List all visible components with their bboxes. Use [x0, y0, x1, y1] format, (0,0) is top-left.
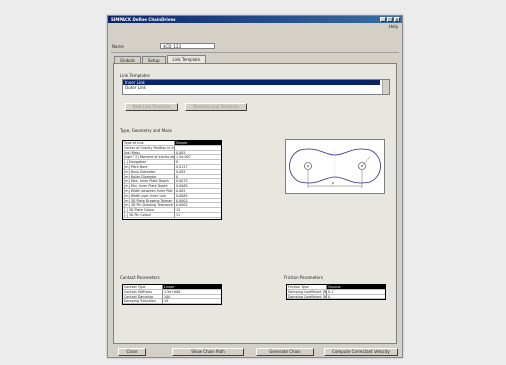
type-geometry-table: Type of Link Simple Center of Gravity Pos…: [122, 140, 222, 220]
list-item[interactable]: Outer Link: [123, 85, 389, 90]
show-chain-path-button[interactable]: Show Chain Path: [172, 348, 244, 356]
friction-parameters-table: Friction Type Viscous Damping Coefficient…: [286, 284, 386, 300]
new-link-template-button[interactable]: New Link Template: [125, 103, 178, 111]
close-button[interactable]: Close: [118, 348, 146, 356]
name-input[interactable]: $CD_123: [160, 43, 215, 49]
menu-help[interactable]: Help: [389, 24, 398, 29]
pitch-dimension-label: p: [332, 181, 335, 185]
maximize-button[interactable]: □: [387, 17, 393, 22]
generate-chain-button[interactable]: Generate Chain: [256, 348, 314, 356]
link-templates-list[interactable]: Inner Link Outer Link: [122, 79, 390, 95]
tab-bar: Globals Setup Link Template: [114, 55, 207, 63]
close-window-button[interactable]: x: [394, 17, 400, 22]
contact-parameters-table: Contact Type Linear Contact Stiffness 1.5e…: [122, 284, 222, 305]
link-shape-icon: p: [289, 148, 381, 188]
name-label: Name: [112, 44, 124, 49]
table-row[interactable]: Damping Transition 10: [123, 299, 221, 305]
friction-parameters-label: Friction Parameters: [284, 275, 323, 280]
menu-bar: Help: [108, 23, 402, 29]
window-title: SIMPACK Define ChainDrives: [111, 17, 176, 22]
title-bar[interactable]: SIMPACK Define ChainDrives _ □ x: [108, 16, 402, 23]
remove-link-template-button[interactable]: Remove Link Template: [185, 103, 247, 111]
type-geometry-mass-label: Type, Geometry and Mass: [120, 128, 172, 133]
tab-globals[interactable]: Globals: [114, 56, 141, 63]
divider: [111, 52, 399, 53]
table-row[interactable]: [-] 3D Pin Colour 11: [123, 212, 221, 218]
minimize-button[interactable]: _: [380, 17, 386, 22]
button-bar: Close Show Chain Path Generate Chain Com…: [108, 346, 402, 357]
compute-velocity-button[interactable]: Compute Correctant Velocity: [324, 348, 398, 356]
define-chaindrives-window: SIMPACK Define ChainDrives _ □ x Help Na…: [107, 15, 403, 358]
link-templates-label: Link Templates: [120, 73, 150, 78]
tab-link-template[interactable]: Link Template: [166, 55, 207, 63]
table-row[interactable]: Damping Coefficient [Nms/rad]0: [287, 294, 385, 300]
list-scrollbar[interactable]: [382, 80, 389, 94]
contact-parameters-label: Contact Parameters: [120, 275, 160, 280]
link-geometry-diagram: p: [285, 139, 385, 194]
tab-setup[interactable]: Setup: [141, 56, 166, 63]
